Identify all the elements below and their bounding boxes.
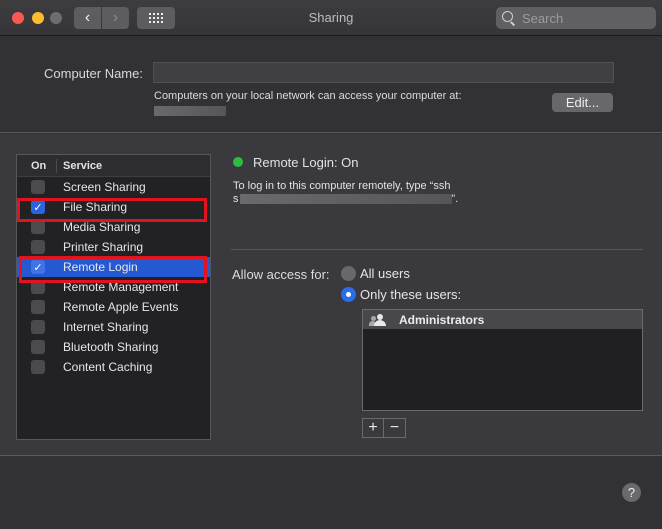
radio-all-users-label: All users [360, 266, 410, 281]
allowed-users-list: Administrators [362, 309, 643, 411]
checkbox-checked[interactable]: ✓ [31, 200, 45, 214]
service-name: Remote Apple Events [63, 300, 179, 314]
radio-button-selected-icon[interactable] [341, 287, 356, 302]
service-row[interactable]: Internet Sharing [17, 317, 210, 337]
checkbox[interactable] [31, 340, 45, 354]
service-row[interactable]: Screen Sharing [17, 177, 210, 197]
plus-icon: + [368, 419, 378, 436]
checkmark-icon: ✓ [33, 201, 43, 214]
ssh-prefix: s [233, 193, 239, 205]
service-row[interactable]: Content Caching [17, 357, 210, 377]
checkmark-icon: ✓ [33, 261, 43, 274]
column-header-service[interactable]: Service [57, 160, 102, 172]
service-row[interactable]: Media Sharing [17, 217, 210, 237]
services-table-header: On Service [17, 155, 210, 177]
services-list: Screen Sharing ✓ File Sharing Media Sharing… [17, 177, 210, 377]
ssh-instruction: To log in to this computer remotely, typ… [233, 180, 451, 192]
service-name: Screen Sharing [63, 180, 146, 194]
checkbox[interactable] [31, 360, 45, 374]
services-table: On Service Screen Sharing ✓ File Sharing Me… [16, 154, 211, 440]
help-button[interactable]: ? [622, 483, 641, 502]
checkbox-checked[interactable]: ✓ [31, 260, 45, 274]
add-user-button[interactable]: + [362, 418, 384, 438]
service-row[interactable]: Bluetooth Sharing [17, 337, 210, 357]
question-mark-icon: ? [627, 485, 636, 500]
list-item[interactable]: Administrators [363, 310, 642, 329]
service-name: Remote Management [63, 280, 179, 294]
checkbox[interactable] [31, 180, 45, 194]
service-row[interactable]: ✓ File Sharing [17, 197, 210, 217]
status-indicator-icon [233, 157, 243, 167]
service-row[interactable]: ✓ Remote Login [17, 257, 210, 277]
checkbox[interactable] [31, 300, 45, 314]
service-status: Remote Login: On [253, 155, 359, 170]
service-name: Bluetooth Sharing [63, 340, 159, 354]
service-row[interactable]: Printer Sharing [17, 237, 210, 257]
ssh-command: s ”. [233, 193, 458, 205]
sharing-main-panel: On Service Screen Sharing ✓ File Sharing Me… [0, 134, 662, 456]
service-name: Printer Sharing [63, 240, 144, 254]
allow-access-label: Allow access for: [232, 267, 330, 282]
service-row[interactable]: Remote Management [17, 277, 210, 297]
service-name: Internet Sharing [63, 320, 149, 334]
checkbox[interactable] [31, 320, 45, 334]
service-name: File Sharing [63, 200, 128, 214]
user-name: Administrators [399, 312, 485, 327]
checkbox[interactable] [31, 280, 45, 294]
minus-icon: − [389, 419, 400, 436]
checkbox[interactable] [31, 240, 45, 254]
edit-button[interactable]: Edit... [552, 93, 613, 112]
footer: ? [0, 457, 662, 529]
search-field[interactable] [496, 7, 656, 29]
ssh-suffix: ”. [451, 193, 459, 205]
search-icon [502, 11, 516, 25]
title-bar: ‹ › Sharing [0, 0, 662, 36]
group-icon [369, 313, 387, 326]
radio-only-these-users[interactable]: Only these users: [341, 287, 461, 302]
remove-user-button[interactable]: − [384, 418, 406, 438]
local-network-description: Computers on your local network can acce… [154, 90, 462, 102]
service-name: Remote Login [63, 260, 138, 274]
service-row[interactable]: Remote Apple Events [17, 297, 210, 317]
ssh-address-redacted [239, 194, 452, 204]
divider [231, 249, 643, 250]
search-input[interactable] [522, 10, 652, 26]
radio-button-icon[interactable] [341, 266, 356, 281]
radio-all-users[interactable]: All users [341, 266, 410, 281]
computer-name-input[interactable] [153, 62, 614, 83]
radio-only-these-users-label: Only these users: [360, 287, 462, 302]
local-address-redacted [154, 106, 226, 116]
service-name: Content Caching [63, 360, 153, 374]
checkbox[interactable] [31, 220, 45, 234]
service-name: Media Sharing [63, 220, 141, 234]
computer-name-section: Computer Name: Computers on your local n… [0, 37, 662, 133]
computer-name-label: Computer Name: [44, 66, 143, 81]
column-header-on[interactable]: On [17, 158, 57, 173]
